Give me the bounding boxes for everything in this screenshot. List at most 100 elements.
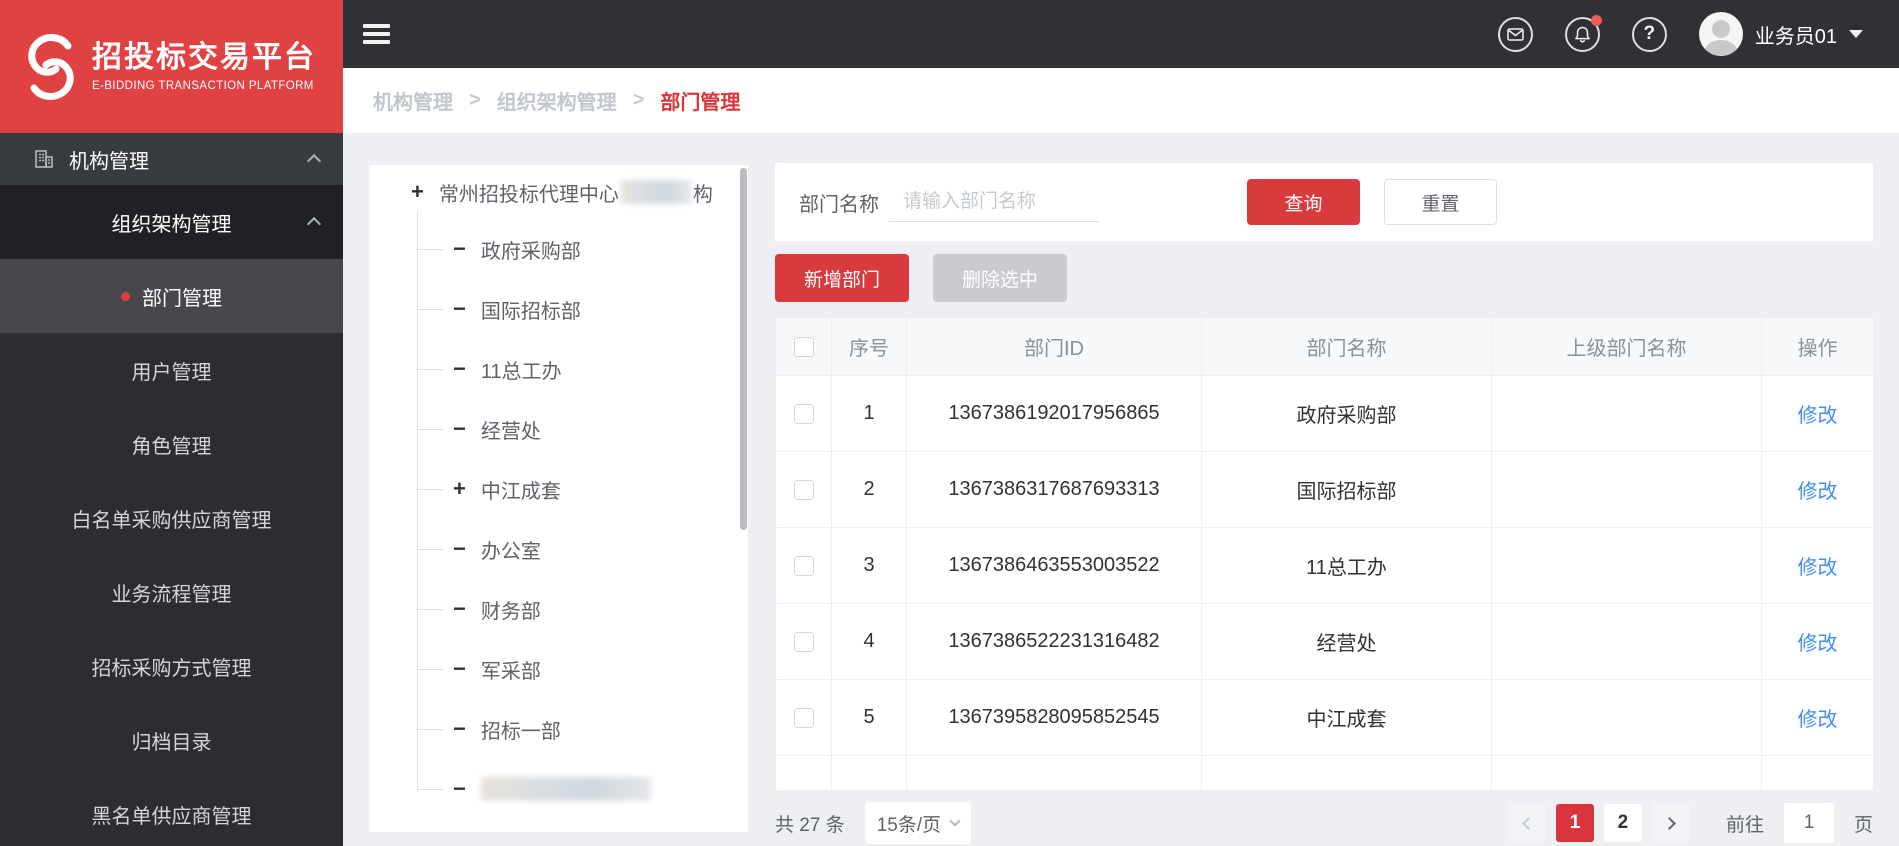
- row-checkbox[interactable]: [793, 707, 814, 728]
- table-row: 4 1367386522231316482 经营处 修改: [775, 603, 1873, 680]
- collapse-icon[interactable]: −: [453, 298, 466, 320]
- tree-node-label: 办公室: [480, 540, 541, 563]
- collapse-icon[interactable]: −: [453, 538, 466, 560]
- cell-dept-id: 1367386463553003522: [906, 527, 1202, 604]
- app-logo-block: 招投标交易平台 E-BIDDING TRANSACTION PLATFORM: [0, 0, 343, 133]
- dept-table-card: 序号 部门ID 部门名称 上级部门名称 操作 1 1367386192017956…: [775, 317, 1873, 790]
- collapse-icon[interactable]: −: [453, 358, 466, 380]
- sidebar-item-dept-mgmt[interactable]: 部门管理: [0, 259, 343, 333]
- col-header-dept-id: 部门ID: [906, 317, 1202, 376]
- cell-parent-dept: [1491, 527, 1762, 604]
- sidebar-item-archive-catalog[interactable]: 归档目录: [0, 703, 343, 777]
- user-menu[interactable]: 业务员01: [1698, 12, 1863, 56]
- tree-node[interactable]: + 中江成套: [417, 459, 748, 519]
- sidebar-item-org-structure-mgmt[interactable]: 组织架构管理: [0, 185, 343, 259]
- next-page-button[interactable]: [1651, 804, 1690, 842]
- tree-scrollbar[interactable]: [740, 168, 747, 530]
- tree-node[interactable]: −: [417, 759, 748, 819]
- tree-node-label: 国际招标部: [480, 300, 581, 323]
- sidebar-item-role-mgmt[interactable]: 角色管理: [0, 407, 343, 481]
- mail-icon[interactable]: [1497, 16, 1533, 52]
- redacted-text: [480, 777, 651, 801]
- cell-no: 1: [831, 375, 907, 452]
- sidebar-item-label: 角色管理: [131, 435, 212, 458]
- row-checkbox[interactable]: [793, 555, 814, 576]
- help-icon[interactable]: ?: [1631, 16, 1667, 52]
- cell-dept-name: 国际招标部: [1201, 451, 1492, 528]
- add-dept-button[interactable]: 新增部门: [775, 254, 910, 302]
- dept-table: 序号 部门ID 部门名称 上级部门名称 操作 1 1367386192017956…: [775, 317, 1873, 790]
- tree-root-label: 常州招投标代理中心: [438, 183, 619, 206]
- row-checkbox[interactable]: [793, 479, 814, 500]
- edit-link[interactable]: 修改: [1798, 633, 1838, 655]
- sidebar-item-user-mgmt[interactable]: 用户管理: [0, 333, 343, 407]
- menu-toggle-icon[interactable]: [363, 20, 390, 49]
- expand-icon[interactable]: +: [453, 478, 466, 500]
- page-size-select[interactable]: 15条/页: [864, 802, 972, 844]
- sidebar-item-bid-method-mgmt[interactable]: 招标采购方式管理: [0, 629, 343, 703]
- chevron-up-icon: [306, 216, 322, 232]
- sidebar-item-blacklist-supplier-mgmt[interactable]: 黑名单供应商管理: [0, 777, 343, 846]
- sidebar-item-whitelist-supplier-mgmt[interactable]: 白名单采购供应商管理: [0, 481, 343, 555]
- tree-node[interactable]: −11总工办: [417, 339, 748, 399]
- breadcrumb-item-org-structure[interactable]: 组织架构管理: [497, 86, 617, 115]
- collapse-icon[interactable]: −: [453, 238, 466, 260]
- tree-node[interactable]: − 国际招标部: [417, 279, 748, 339]
- tree-node-label: 11总工办: [480, 360, 562, 383]
- tree-node-label: 财务部: [480, 600, 541, 623]
- select-all-checkbox[interactable]: [793, 336, 814, 357]
- edit-link[interactable]: 修改: [1798, 405, 1838, 427]
- tree-node-label: 招标一部: [480, 720, 561, 743]
- expand-icon[interactable]: +: [411, 181, 424, 203]
- edit-link[interactable]: 修改: [1798, 481, 1838, 503]
- page-button-2[interactable]: 2: [1603, 804, 1642, 842]
- search-button[interactable]: 查询: [1247, 179, 1360, 225]
- prev-page-button[interactable]: [1507, 804, 1546, 842]
- pagination: 共 27 条 15条/页 12 前往 页: [775, 802, 1873, 844]
- tree-root-label-suffix: 构: [692, 183, 713, 206]
- dept-name-label: 部门名称: [799, 193, 879, 216]
- dept-name-input[interactable]: [889, 182, 1099, 222]
- delete-selected-button[interactable]: 删除选中: [933, 254, 1068, 302]
- cell-dept-id: 1367386192017956865: [906, 375, 1202, 452]
- pager: 12 前往 页: [1507, 803, 1873, 843]
- cell-no: 4: [831, 603, 907, 680]
- sidebar-item-org-mgmt[interactable]: 机构管理: [0, 133, 343, 185]
- tree-node[interactable]: − 财务部: [417, 579, 748, 639]
- collapse-icon[interactable]: −: [453, 598, 466, 620]
- cell-no: 2: [831, 451, 907, 528]
- goto-page-input[interactable]: [1783, 803, 1834, 843]
- breadcrumb: 机构管理 > 组织架构管理 > 部门管理: [343, 68, 1899, 133]
- cell-dept-name: 11总工办: [1201, 527, 1492, 604]
- row-checkbox[interactable]: [793, 631, 814, 652]
- collapse-icon[interactable]: −: [453, 418, 466, 440]
- tree-node[interactable]: − 招标一部: [417, 699, 748, 759]
- tree-node[interactable]: − 军采部: [417, 639, 748, 699]
- brand-logo-icon: [24, 30, 78, 104]
- tree-children: − 政府采购部 − 国际招标部 −11总工办 − 经营处 + 中江成套 − 办公室 − 财务部 − 军采部 −…: [417, 211, 748, 819]
- edit-link[interactable]: 修改: [1798, 709, 1838, 731]
- redacted-text: [620, 180, 691, 204]
- reset-button[interactable]: 重置: [1384, 179, 1497, 225]
- sidebar-item-business-flow-mgmt[interactable]: 业务流程管理: [0, 555, 343, 629]
- collapse-icon[interactable]: −: [453, 718, 466, 740]
- table-row: 5 1367395828095852545 中江成套 修改: [775, 679, 1873, 756]
- tree-node[interactable]: − 经营处: [417, 399, 748, 459]
- notification-bell-icon[interactable]: [1564, 14, 1602, 52]
- tree-node[interactable]: − 办公室: [417, 519, 748, 579]
- page-numbers: 12: [1555, 804, 1642, 842]
- table-row: 1 1367386192017956865 政府采购部 修改: [775, 375, 1873, 452]
- tree-node[interactable]: − 政府采购部: [417, 219, 748, 279]
- tree-root-node[interactable]: + 常州招投标代理中心 构: [369, 165, 748, 219]
- collapse-icon[interactable]: −: [453, 778, 466, 800]
- page-button-1[interactable]: 1: [1555, 804, 1594, 842]
- chevron-up-icon: [306, 153, 322, 169]
- edit-link[interactable]: 修改: [1798, 557, 1838, 579]
- row-checkbox[interactable]: [793, 403, 814, 424]
- breadcrumb-item-org-mgmt[interactable]: 机构管理: [373, 86, 453, 115]
- collapse-icon[interactable]: −: [453, 658, 466, 680]
- cell-dept-name: 政府采购部: [1201, 375, 1492, 452]
- sidebar-item-label: 黑名单供应商管理: [91, 805, 252, 828]
- sidebar-item-label: 用户管理: [131, 361, 212, 384]
- sidebar-item-label: 组织架构管理: [111, 213, 232, 236]
